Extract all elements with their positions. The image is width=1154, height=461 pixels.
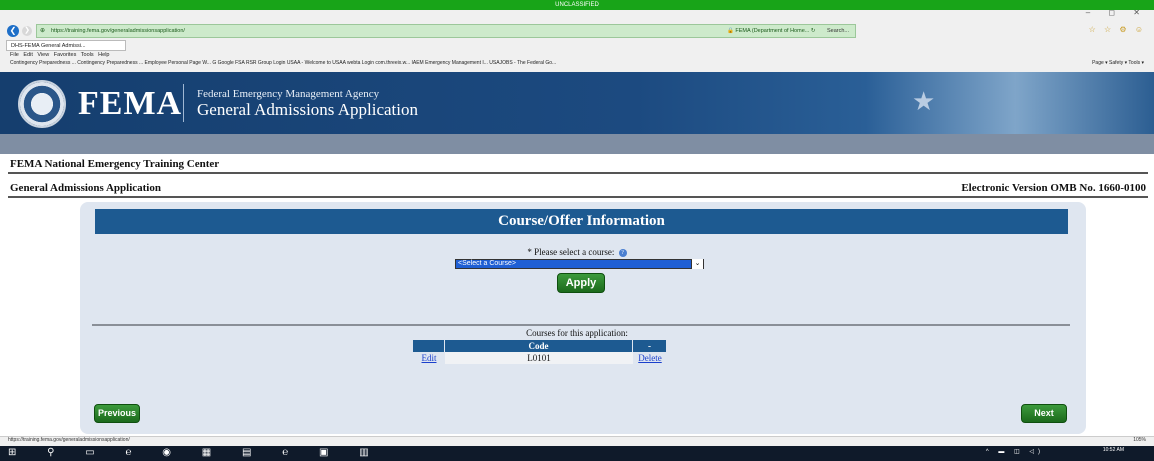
star-icon: ★	[912, 86, 936, 116]
url-text: https://training.fema.gov/generaladmissi…	[51, 28, 185, 34]
course-code-cell: L0101	[445, 352, 633, 364]
system-tray-icons[interactable]: ^ ▬ ◫ ◁)	[986, 448, 1044, 455]
taskbar-app-icons[interactable]: ⊞ ⚲ ▭ ℮ ◉ ▦ ▤ ℮ ▣ ▥	[8, 447, 383, 458]
window-controls[interactable]: – ◻ ✕	[1086, 8, 1148, 17]
edit-link[interactable]: Edit	[413, 352, 445, 364]
table-header-cell: -	[633, 340, 667, 352]
header-app-title: General Admissions Application	[197, 100, 418, 119]
course-panel	[80, 202, 1086, 434]
divider	[8, 172, 1148, 174]
toolbar-icons[interactable]: ☆ ☆ ⚙ ☺	[1089, 25, 1146, 34]
dhs-seal-icon	[18, 80, 66, 128]
page-title: General Admissions Application	[10, 182, 161, 194]
table-header-cell: Code	[445, 340, 633, 352]
taskbar-clock[interactable]: 10:52 AM	[1103, 447, 1124, 453]
browser-tab[interactable]: DHS-FEMA General Admissi...	[6, 40, 126, 51]
header-divider	[183, 84, 184, 122]
search-input[interactable]: Search...	[827, 25, 849, 37]
course-select[interactable]: <Select a Course> ⌄	[455, 259, 704, 269]
table-header-cell	[413, 340, 445, 352]
status-url: https://training.fema.gov/generaladmissi…	[8, 437, 130, 443]
course-select-value: <Select a Course>	[458, 260, 516, 267]
previous-button[interactable]: Previous	[94, 404, 140, 423]
lock-icon: ⊕	[40, 28, 46, 34]
table-header-row: Code -	[413, 340, 667, 352]
course-select-label: * Please select a course: ?	[0, 247, 1154, 257]
agency-name: Federal Emergency Management Agency	[197, 88, 380, 100]
next-button[interactable]: Next	[1021, 404, 1067, 423]
omb-number: Electronic Version OMB No. 1660-0100	[961, 182, 1146, 194]
apply-button[interactable]: Apply	[557, 273, 605, 293]
address-bar[interactable]: ⊕ https://training.fema.gov/generaladmis…	[36, 24, 856, 38]
help-icon[interactable]: ?	[618, 248, 627, 257]
command-bar[interactable]: Page ▾ Safety ▾ Tools ▾	[1092, 60, 1144, 66]
panel-title: Course/Offer Information	[95, 209, 1068, 234]
gray-band	[0, 134, 1154, 154]
course-select-label-text: * Please select a course:	[527, 247, 615, 257]
zoom-level[interactable]: 105%	[1133, 437, 1146, 443]
fema-logo-text: FEMA	[78, 85, 183, 122]
center-name: FEMA National Emergency Training Center	[10, 158, 220, 170]
favorites-bar[interactable]: Contingency Preparedness ... Contingency…	[10, 60, 556, 66]
classification-banner: UNCLASSIFIED	[0, 0, 1154, 10]
courses-caption: Courses for this application:	[526, 328, 628, 338]
delete-link[interactable]: Delete	[633, 352, 667, 364]
courses-table: Code - Edit L0101 Delete	[413, 340, 667, 364]
panel-separator	[92, 324, 1070, 326]
divider	[8, 196, 1148, 198]
site-identity-badge[interactable]: 🔒 FEMA (Department of Home... ↻	[727, 25, 815, 37]
table-row: Edit L0101 Delete	[413, 352, 667, 364]
menu-bar[interactable]: File Edit View Favorites Tools Help	[10, 52, 109, 58]
back-button[interactable]: ❮	[7, 25, 19, 37]
chevron-down-icon[interactable]: ⌄	[691, 259, 703, 269]
forward-button[interactable]: ❯	[22, 26, 32, 36]
status-bar	[0, 436, 1154, 446]
